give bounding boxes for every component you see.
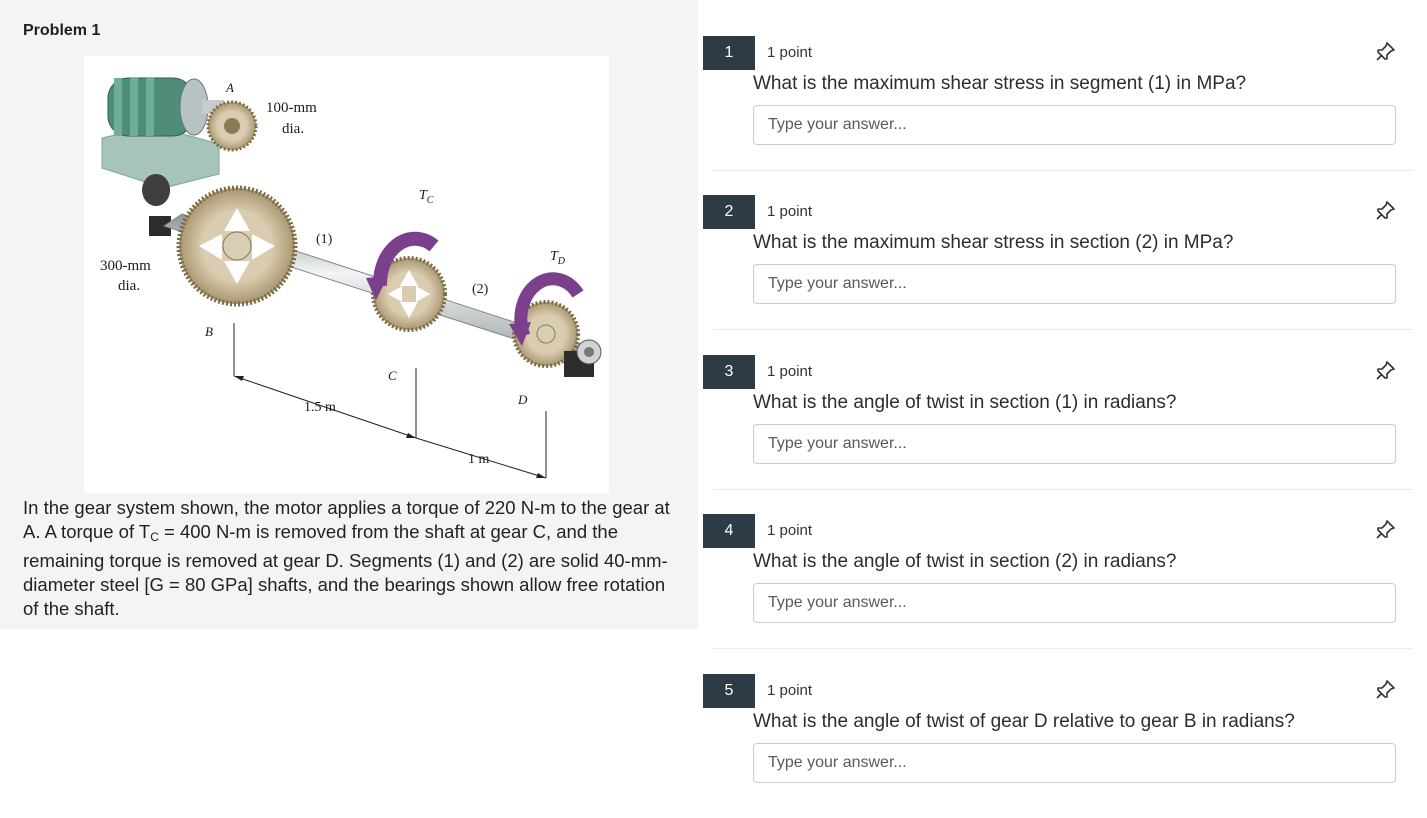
question-text: What is the angle of twist in section (2… [753,551,1177,572]
label-a: A [225,80,234,95]
question-1: 1 1 point What is the maximum shear stre… [703,0,1413,171]
question-text: What is the angle of twist of gear D rel… [753,711,1295,732]
answer-input[interactable] [753,743,1396,783]
question-points: 1 point [767,44,813,61]
problem-title: Problem 1 [23,22,101,39]
label-segment-1: (1) [316,232,333,247]
problem-description: In the gear system shown, the motor appl… [23,497,670,619]
answer-input[interactable] [753,264,1396,304]
question-5: 5 1 point What is the angle of twist of … [703,638,1413,797]
pin-icon[interactable] [1373,678,1397,702]
question-number-badge: 2 [703,195,755,229]
pin-icon[interactable] [1373,199,1397,223]
answer-input[interactable] [753,583,1396,623]
label-300mm: 300-mm [100,258,151,274]
label-1m: 1 m [468,452,490,467]
label-100mm: 100-mm [266,100,317,116]
question-number-badge: 1 [703,36,755,70]
question-number-badge: 3 [703,355,755,389]
pin-icon[interactable] [1373,40,1397,64]
problem-panel: Problem 1 A 100-mm dia. TC (1) TD 300-mm… [0,0,698,629]
question-text: What is the maximum shear stress in sect… [753,232,1234,253]
label-b: B [205,324,213,339]
label-td: TD [550,249,566,267]
question-3: 3 1 point What is the angle of twist in … [703,319,1413,490]
label-d: D [517,392,528,407]
label-dia-2: dia. [118,278,140,294]
question-points: 1 point [767,363,813,380]
label-tc: TC [419,188,434,206]
question-number-badge: 4 [703,514,755,548]
question-points: 1 point [767,522,813,539]
label-dia-1: dia. [282,121,304,137]
question-text: What is the maximum shear stress in segm… [753,73,1247,94]
question-2: 2 1 point What is the maximum shear stre… [703,159,1413,330]
label-segment-2: (2) [472,282,489,297]
pin-icon[interactable] [1373,359,1397,383]
answer-input[interactable] [753,105,1396,145]
question-text: What is the angle of twist in section (1… [753,392,1177,413]
question-points: 1 point [767,203,813,220]
pin-icon[interactable] [1373,518,1397,542]
label-c: C [388,368,397,383]
label-1-5m: 1.5 m [304,400,336,415]
answer-input[interactable] [753,424,1396,464]
question-number-badge: 5 [703,674,755,708]
question-4: 4 1 point What is the angle of twist in … [703,478,1413,649]
question-points: 1 point [767,682,813,699]
gear-system-figure: A 100-mm dia. TC (1) TD 300-mm dia. (2) … [84,56,609,493]
